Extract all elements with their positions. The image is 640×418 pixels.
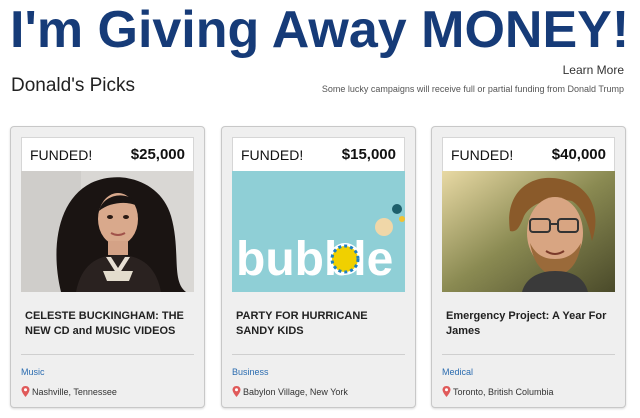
divider [232, 354, 405, 355]
location-text: Babylon Village, New York [243, 386, 348, 397]
funded-amount: $25,000 [130, 146, 185, 163]
svg-text:bubble: bubble [236, 233, 393, 286]
location-text: Nashville, Tennessee [32, 386, 117, 397]
bubble-logo: bubble [232, 171, 405, 292]
campaign-card[interactable]: FUNDED! $25,000 CELESTE BUCKINGHAM: THE … [10, 126, 205, 408]
bubble-logo-image: bubble [232, 171, 405, 292]
divider [442, 354, 615, 355]
tagline: Some lucky campaigns will receive full o… [321, 84, 624, 94]
funded-status: FUNDED! [451, 146, 514, 163]
portrait-woman-image [21, 171, 194, 292]
campaign-location: Toronto, British Columbia [442, 386, 554, 397]
campaign-image[interactable] [442, 171, 615, 292]
funded-status: FUNDED! [241, 146, 304, 163]
funded-bar: FUNDED! $25,000 [21, 137, 194, 171]
portrait-man-image [442, 171, 615, 292]
funded-bar: FUNDED! $40,000 [442, 137, 615, 171]
map-pin-icon [232, 386, 241, 397]
category-link[interactable]: Business [232, 367, 269, 377]
page-headline: I'm Giving Away MONEY! [10, 1, 630, 59]
campaign-title[interactable]: Emergency Project: A Year For James [446, 309, 611, 339]
campaign-location: Nashville, Tennessee [21, 386, 117, 397]
campaign-image[interactable] [21, 171, 194, 292]
map-pin-icon [442, 386, 451, 397]
campaign-cards: FUNDED! $25,000 CELESTE BUCKINGHAM: THE … [10, 126, 630, 408]
campaign-title[interactable]: CELESTE BUCKINGHAM: THE NEW CD and MUSIC… [25, 309, 190, 339]
campaign-image[interactable]: bubble [232, 171, 405, 292]
campaign-card[interactable]: FUNDED! $15,000 bubble PARTY FOR HURRICA… [221, 126, 416, 408]
learn-more-link[interactable]: Learn More [563, 63, 624, 77]
funded-status: FUNDED! [30, 146, 93, 163]
category-link[interactable]: Music [21, 367, 45, 377]
funded-bar: FUNDED! $15,000 [232, 137, 405, 171]
location-text: Toronto, British Columbia [453, 386, 554, 397]
category-link[interactable]: Medical [442, 367, 473, 377]
funded-amount: $15,000 [341, 146, 396, 163]
funded-amount: $40,000 [551, 146, 606, 163]
map-pin-icon [21, 386, 30, 397]
campaign-title[interactable]: PARTY FOR HURRICANE SANDY KIDS [236, 309, 401, 339]
campaign-card[interactable]: FUNDED! $40,000 Emergency Project: A Yea… [431, 126, 626, 408]
campaign-location: Babylon Village, New York [232, 386, 348, 397]
section-title: Donald's Picks [11, 75, 136, 96]
divider [21, 354, 194, 355]
